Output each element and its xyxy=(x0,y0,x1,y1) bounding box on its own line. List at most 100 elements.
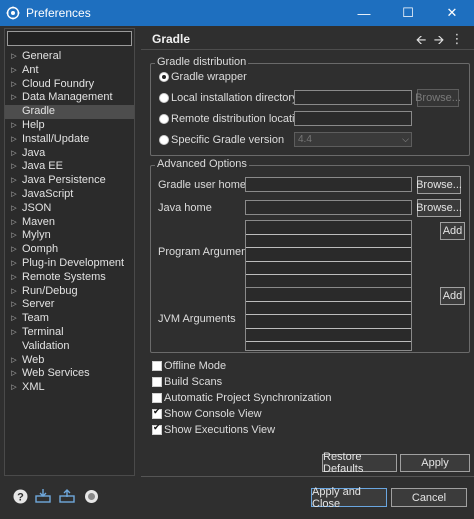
cancel-button[interactable]: Cancel xyxy=(391,488,467,507)
tree-item[interactable]: ▷ Maven xyxy=(5,216,134,230)
tree-item[interactable]: Validation xyxy=(5,340,134,354)
gradle-wrapper-radio[interactable] xyxy=(159,72,169,82)
option-label: Automatic Project Synchronization xyxy=(164,392,332,404)
chevron-right-icon[interactable]: ▷ xyxy=(10,216,18,230)
apply-button[interactable]: Apply xyxy=(400,454,470,472)
local-browse-button[interactable]: Browse... xyxy=(415,89,461,107)
chevron-right-icon[interactable]: ▷ xyxy=(10,381,18,395)
java-home-browse-button[interactable]: Browse... xyxy=(416,199,462,217)
option-checkbox[interactable] xyxy=(152,393,162,403)
chevron-right-icon[interactable]: ▷ xyxy=(10,354,18,368)
tree-item-label: Web xyxy=(22,353,45,366)
specific-version-combo[interactable]: 4.4 ⌵ xyxy=(294,132,412,147)
tree-item-label: Mylyn xyxy=(22,229,51,242)
chevron-right-icon[interactable]: ▷ xyxy=(10,243,18,257)
help-icon[interactable]: ? xyxy=(12,488,28,504)
gradle-user-home-field[interactable] xyxy=(245,177,412,192)
page-divider xyxy=(141,476,474,477)
tree-item[interactable]: ▷ Data Management xyxy=(5,91,134,105)
tree-item[interactable]: ▷ Mylyn xyxy=(5,229,134,243)
specific-version-radio[interactable] xyxy=(159,135,169,145)
tree-item-label: Maven xyxy=(22,215,56,228)
local-installation-field[interactable] xyxy=(294,90,412,105)
tree-item[interactable]: ▷ Server xyxy=(5,298,134,312)
tree-item[interactable]: ▷ Team xyxy=(5,312,134,326)
program-arguments-add-button[interactable]: Add xyxy=(440,222,465,240)
chevron-right-icon[interactable]: ▷ xyxy=(10,174,18,188)
apply-and-close-button[interactable]: Apply and Close xyxy=(311,486,387,510)
tree-item[interactable]: ▷ General xyxy=(5,50,134,64)
remote-distribution-field[interactable] xyxy=(294,111,412,126)
tree-item[interactable]: ▷ JavaScript xyxy=(5,188,134,202)
tree-item[interactable]: ▷ Java Persistence xyxy=(5,174,134,188)
option-checkbox[interactable] xyxy=(152,361,162,371)
tree-item-label: Java xyxy=(22,146,46,159)
export-icon[interactable] xyxy=(59,488,75,504)
chevron-right-icon[interactable]: ▷ xyxy=(10,271,18,285)
tree-item[interactable]: ▷ Run/Debug xyxy=(5,285,134,299)
chevron-right-icon[interactable]: ▷ xyxy=(10,285,18,299)
option-checkbox[interactable] xyxy=(152,423,162,435)
chevron-right-icon[interactable]: ▷ xyxy=(10,257,18,271)
chevron-right-icon[interactable]: ▷ xyxy=(10,298,18,312)
forward-arrow-icon[interactable]: 🡪 xyxy=(432,31,446,53)
advanced-options-group: Advanced Options Gradle user home Browse… xyxy=(150,158,470,353)
restore-defaults-button[interactable]: Restore Defaults xyxy=(322,451,397,475)
option-checkbox[interactable] xyxy=(152,407,162,419)
remote-distribution-radio[interactable] xyxy=(159,114,169,124)
minimize-button[interactable]: — xyxy=(342,0,386,26)
window-title: Preferences xyxy=(26,6,91,20)
chevron-down-icon: ⌵ xyxy=(402,134,409,144)
oomph-record-icon[interactable] xyxy=(83,488,99,504)
tree-item[interactable]: ▷ Web xyxy=(5,354,134,368)
chevron-right-icon[interactable]: ▷ xyxy=(10,188,18,202)
chevron-right-icon[interactable]: ▷ xyxy=(10,367,18,381)
chevron-right-icon[interactable]: ▷ xyxy=(10,119,18,133)
tree-item-label: Java EE xyxy=(22,160,63,173)
tree-item-label: Data Management xyxy=(22,91,113,104)
tree-item[interactable]: ▷ JSON xyxy=(5,202,134,216)
title-bar: Preferences — ☐ ✕ xyxy=(0,0,474,26)
chevron-right-icon[interactable]: ▷ xyxy=(10,326,18,340)
tree-item[interactable]: ▷ Java xyxy=(5,147,134,161)
chevron-right-icon[interactable]: ▷ xyxy=(10,64,18,78)
tree-item-label: Plug-in Development xyxy=(22,256,125,269)
option-checkbox[interactable] xyxy=(152,377,162,387)
jvm-arguments-list[interactable] xyxy=(245,287,412,351)
jvm-arguments-add-button[interactable]: Add xyxy=(440,287,465,305)
chevron-right-icon[interactable]: ▷ xyxy=(10,202,18,216)
tree-item-label: Gradle xyxy=(22,105,56,118)
tree-item[interactable]: ▷ Web Services xyxy=(5,367,134,381)
chevron-right-icon[interactable]: ▷ xyxy=(10,147,18,161)
chevron-right-icon[interactable]: ▷ xyxy=(10,229,18,243)
tree-item[interactable]: ▷ Remote Systems xyxy=(5,271,134,285)
tree-item[interactable]: ▷ Plug-in Development xyxy=(5,257,134,271)
tree-item[interactable]: Gradle xyxy=(5,105,134,119)
import-icon[interactable] xyxy=(35,488,51,504)
program-arguments-list[interactable] xyxy=(245,220,412,290)
maximize-button[interactable]: ☐ xyxy=(386,0,430,26)
chevron-right-icon[interactable]: ▷ xyxy=(10,160,18,174)
back-arrow-icon[interactable]: 🡨 xyxy=(414,31,428,53)
java-home-field[interactable] xyxy=(245,200,412,215)
chevron-right-icon[interactable]: ▷ xyxy=(10,91,18,105)
chevron-right-icon[interactable]: ▷ xyxy=(10,78,18,92)
tree-item[interactable]: ▷ Help xyxy=(5,119,134,133)
option-label: Show Executions View xyxy=(164,424,276,436)
tree-item[interactable]: ▷ Cloud Foundry xyxy=(5,78,134,92)
filter-input[interactable] xyxy=(7,31,132,46)
chevron-right-icon[interactable]: ▷ xyxy=(10,50,18,64)
tree-item[interactable]: ▷ Install/Update xyxy=(5,133,134,147)
local-installation-radio[interactable] xyxy=(159,93,169,103)
tree-item[interactable]: ▷ XML xyxy=(5,381,134,395)
chevron-right-icon[interactable]: ▷ xyxy=(10,312,18,326)
tree-item[interactable]: ▷ Terminal xyxy=(5,326,134,340)
tree-item[interactable]: ▷ Java EE xyxy=(5,160,134,174)
view-menu-icon[interactable]: ⋮ xyxy=(450,31,464,53)
tree-item-label: Run/Debug xyxy=(22,284,78,297)
user-home-browse-button[interactable]: Browse... xyxy=(416,176,462,194)
tree-item[interactable]: ▷ Ant xyxy=(5,64,134,78)
chevron-right-icon[interactable]: ▷ xyxy=(10,133,18,147)
close-button[interactable]: ✕ xyxy=(430,0,474,26)
tree-item[interactable]: ▷ Oomph xyxy=(5,243,134,257)
